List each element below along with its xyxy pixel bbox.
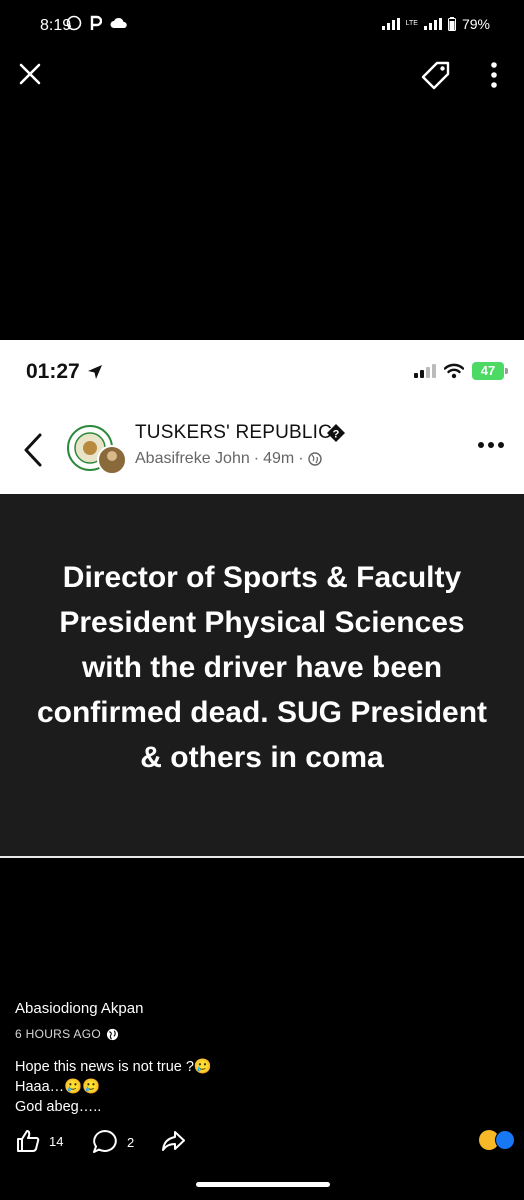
comment-body: Hope this news is not true ?🥲 Haaa…🥲🥲 Go… (15, 1057, 515, 1117)
tag-icon[interactable] (420, 60, 452, 90)
comment-meta: 6 HOURS AGO (15, 1027, 515, 1041)
meta-separator-2: · (298, 450, 304, 467)
share-button[interactable] (160, 1128, 186, 1154)
comment-button[interactable]: 2 (91, 1128, 134, 1156)
screenshot-more-icon (478, 442, 504, 448)
comment-line: Haaa…🥲🥲 (15, 1079, 101, 1095)
screenshot-wifi-icon (444, 363, 464, 379)
post-body: Director of Sports & Faculty President P… (0, 494, 524, 858)
close-icon[interactable] (18, 62, 42, 86)
comment-line: Hope this news is not true ?🥲 (15, 1059, 212, 1075)
screenshot-status-bar: 01:27 47 (0, 340, 524, 408)
like-reaction-icon (495, 1130, 515, 1150)
back-chevron-icon (24, 433, 42, 467)
screenshot-post-header: TUSKERS' REPUBLIC. ? Abasifreke John · 4… (0, 408, 524, 494)
p-app-icon (90, 15, 102, 30)
screenshot-time: 01:27 (26, 360, 80, 383)
thumbs-up-icon (17, 1130, 40, 1152)
like-button[interactable]: 14 (15, 1128, 63, 1154)
battery-icon (447, 17, 456, 31)
action-bar: 14 2 (15, 1128, 515, 1158)
post-screenshot-image[interactable]: 01:27 47 TUSKERS' REPUBLIC. ? Abasifreke… (0, 340, 524, 858)
comment-count: 2 (127, 1134, 135, 1150)
battery-percent: 79% (461, 16, 490, 32)
network-label: LTE (405, 20, 418, 27)
share-arrow-icon (162, 1131, 185, 1151)
group-avatar (67, 425, 127, 475)
home-indicator[interactable] (196, 1182, 330, 1187)
location-arrow-icon (88, 365, 102, 379)
group-name: TUSKERS' REPUBLIC. (135, 422, 338, 443)
whatsapp-icon (66, 15, 82, 31)
viewer-toolbar (0, 52, 524, 102)
post-meta: Abasifreke John · 49m · (135, 450, 322, 468)
badge-icon: ? (327, 424, 345, 442)
reaction-summary[interactable] (479, 1130, 515, 1150)
comment-time: 6 HOURS AGO (15, 1027, 101, 1041)
wifi-signal-icon (381, 18, 400, 30)
comment-line: God abeg….. (15, 1099, 102, 1115)
globe-icon (307, 452, 322, 466)
more-vertical-icon[interactable] (484, 60, 504, 90)
like-count: 14 (49, 1133, 64, 1149)
post-author: Abasifreke John (135, 450, 250, 467)
post-text: Director of Sports & Faculty President P… (36, 560, 488, 774)
screenshot-signal-icon (414, 364, 436, 378)
svg-text:?: ? (333, 429, 340, 441)
comment-bubble-icon (93, 1130, 117, 1153)
screenshot-battery: 47 (472, 362, 508, 380)
comment-author[interactable]: Abasiodiong Akpan (15, 1000, 515, 1017)
status-bar: 8:19 LTE 79% (0, 0, 524, 52)
meta-separator: · (253, 450, 260, 467)
cell-signal-icon (423, 18, 442, 30)
post-time: 49m (263, 450, 295, 467)
cloud-icon (110, 17, 127, 29)
globe-icon (106, 1028, 119, 1040)
comment: Abasiodiong Akpan 6 HOURS AGO Hope this … (15, 1000, 515, 1117)
